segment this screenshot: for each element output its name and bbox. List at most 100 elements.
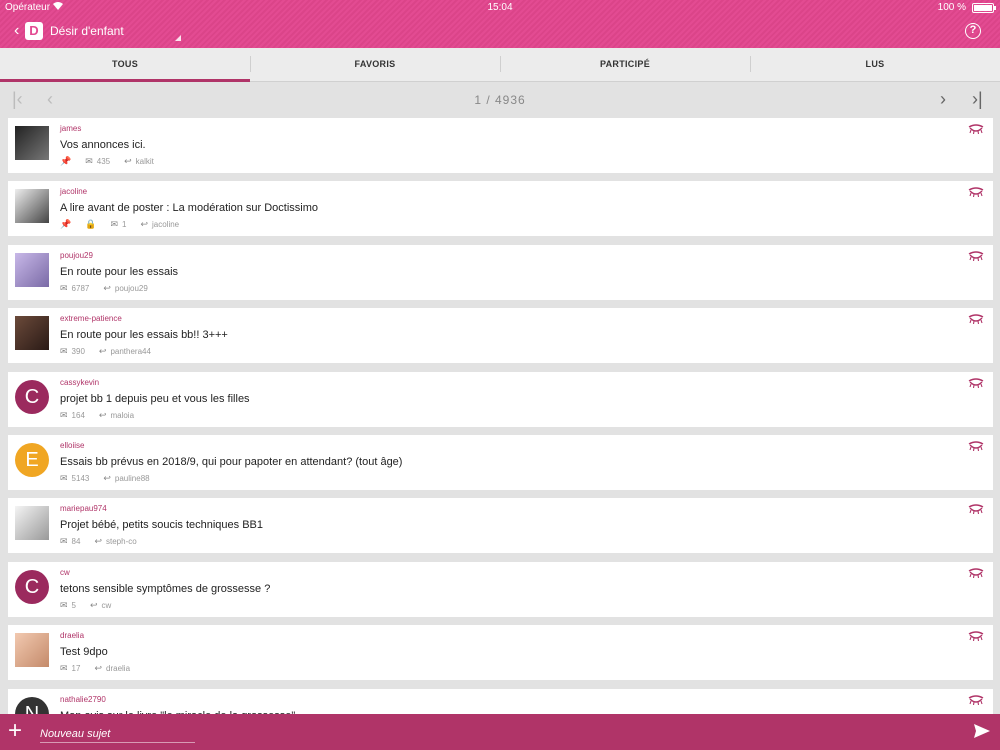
new-topic-input[interactable] <box>40 725 195 743</box>
topic-subject[interactable]: En route pour les essais <box>60 266 178 278</box>
envelope-icon: ✉ <box>60 536 68 546</box>
tab-participe[interactable]: PARTICIPÉ <box>500 48 750 81</box>
page-indicator: 1 / 4936 <box>474 93 526 107</box>
topic-author[interactable]: cw <box>60 568 70 577</box>
topic-row[interactable]: jacoline A lire avant de poster : La modé… <box>8 181 993 236</box>
topic-subject[interactable]: Essais bb prévus en 2018/9, qui pour pap… <box>60 456 402 468</box>
reply-arrow-icon: ↩ <box>140 219 148 229</box>
unread-eyelash-icon <box>968 568 984 578</box>
reply-arrow-icon: ↩ <box>124 156 132 166</box>
last-page-icon[interactable]: ›| <box>972 89 983 109</box>
unread-eyelash-icon <box>968 251 984 261</box>
avatar[interactable] <box>15 316 49 350</box>
send-icon[interactable] <box>974 724 990 743</box>
topic-meta: ✉ 17 ↩ draelia <box>60 663 130 674</box>
envelope-icon: ✉ <box>110 219 118 229</box>
pin-icon: 📌 <box>60 156 72 166</box>
topic-author[interactable]: nathalie2790 <box>60 695 106 704</box>
reply-arrow-icon: ↩ <box>98 346 107 356</box>
last-poster: poujou29 <box>114 284 148 293</box>
back-button[interactable]: ‹ <box>14 23 19 39</box>
clock: 15:04 <box>487 2 513 13</box>
top-bar: Opérateur 15:04 100 % ‹ D Désir d'enfant… <box>0 0 1000 48</box>
topic-author[interactable]: elloiise <box>60 441 84 450</box>
unread-eyelash-icon <box>968 695 984 705</box>
avatar[interactable]: C <box>15 570 49 604</box>
forum-title[interactable]: Désir d'enfant <box>50 24 124 38</box>
last-poster: cw <box>101 601 112 610</box>
tab-tous[interactable]: TOUS <box>0 48 250 82</box>
topic-meta: ✉ 390 ↩ panthera44 <box>60 346 151 357</box>
last-poster: draelia <box>106 664 131 673</box>
envelope-icon: ✉ <box>60 663 68 673</box>
topic-subject[interactable]: tetons sensible symptômes de grossesse ? <box>60 583 270 595</box>
reply-arrow-icon: ↩ <box>103 473 111 483</box>
topic-row[interactable]: mariepau974 Projet bébé, petits soucis te… <box>8 498 993 553</box>
topic-author[interactable]: cassykevin <box>60 378 99 387</box>
topic-subject[interactable]: projet bb 1 depuis peu et vous les fille… <box>60 393 250 405</box>
topic-author[interactable]: poujou29 <box>60 251 93 260</box>
topic-author[interactable]: james <box>60 124 81 133</box>
avatar[interactable] <box>15 253 49 287</box>
topic-meta: ✉ 6787 ↩ poujou29 <box>60 283 148 294</box>
unread-eyelash-icon <box>968 187 984 197</box>
topic-row[interactable]: extreme-patience En route pour les essais… <box>8 308 993 363</box>
reply-count: 390 <box>71 347 85 356</box>
topic-subject[interactable]: Test 9dpo <box>60 646 108 658</box>
reply-arrow-icon: ↩ <box>90 600 98 610</box>
topic-row[interactable]: Eelloiise Essais bb prévus en 2018/9, qui… <box>8 435 993 490</box>
topic-meta: ✉ 84 ↩ steph-co <box>60 536 137 547</box>
topic-subject[interactable]: Projet bébé, petits soucis techniques BB… <box>60 519 263 531</box>
envelope-icon: ✉ <box>60 600 68 610</box>
last-poster: kalkit <box>135 157 154 166</box>
unread-eyelash-icon <box>968 314 984 324</box>
avatar[interactable] <box>15 126 49 160</box>
topic-meta: 📌 🔒 ✉ 1 ↩ jacoline <box>60 219 179 230</box>
forum-selector-corner-icon[interactable] <box>175 35 181 41</box>
lock-icon: 🔒 <box>85 219 97 229</box>
last-poster: maloia <box>110 411 135 420</box>
topic-author[interactable]: extreme-patience <box>60 314 122 323</box>
bottom-bar: + <box>0 714 1000 750</box>
help-button[interactable]: ? <box>965 23 981 39</box>
topic-row[interactable]: Ccassykevin projet bb 1 depuis peu et vou… <box>8 372 993 427</box>
avatar[interactable] <box>15 633 49 667</box>
avatar[interactable]: N <box>15 697 49 714</box>
tab-favoris[interactable]: FAVORIS <box>250 48 500 81</box>
battery-icon <box>972 3 996 13</box>
topic-author[interactable]: draelia <box>60 631 84 640</box>
pagination-bar: |‹ ‹ 1 / 4936 › ›| <box>0 83 1000 116</box>
app-logo-icon[interactable]: D <box>25 22 43 40</box>
tab-lus[interactable]: LUS <box>750 48 1000 81</box>
envelope-icon: ✉ <box>85 156 93 166</box>
unread-eyelash-icon <box>968 124 984 134</box>
reply-count: 1 <box>121 220 127 229</box>
topic-row[interactable]: Ccw tetons sensible symptômes de grossess… <box>8 562 993 617</box>
reply-count: 5143 <box>71 474 90 483</box>
reply-count: 5 <box>71 601 76 610</box>
avatar[interactable] <box>15 189 49 223</box>
avatar[interactable] <box>15 506 49 540</box>
reply-count: 164 <box>71 411 85 420</box>
avatar[interactable]: E <box>15 443 49 477</box>
topic-row[interactable]: poujou29 En route pour les essais ✉ 6787 ↩ po… <box>8 245 993 300</box>
avatar[interactable]: C <box>15 380 49 414</box>
topic-subject[interactable]: Vos annonces ici. <box>60 139 146 151</box>
topic-subject[interactable]: En route pour les essais bb!! 3+++ <box>60 329 228 341</box>
topic-subject[interactable]: A lire avant de poster : La modération s… <box>60 202 318 214</box>
topic-meta: 📌 ✉ 435 ↩ kalkit <box>60 156 154 167</box>
unread-eyelash-icon <box>968 378 984 388</box>
topic-author[interactable]: mariepau974 <box>60 504 107 513</box>
reply-arrow-icon: ↩ <box>94 663 102 673</box>
topic-row[interactable]: james Vos annonces ici. 📌 ✉ 435 ↩ kalkit <box>8 118 993 173</box>
reply-arrow-icon: ↩ <box>98 410 107 420</box>
envelope-icon: ✉ <box>60 410 68 420</box>
topic-author[interactable]: jacoline <box>60 187 87 196</box>
last-poster: pauline88 <box>114 474 150 483</box>
next-page-icon[interactable]: › <box>940 89 946 109</box>
filter-tabs: TOUS FAVORIS PARTICIPÉ LUS <box>0 48 1000 82</box>
add-icon[interactable]: + <box>8 718 22 744</box>
unread-eyelash-icon <box>968 631 984 641</box>
topic-row[interactable]: draelia Test 9dpo ✉ 17 ↩ draelia <box>8 625 993 680</box>
topic-row[interactable]: Nnathalie2790Mon avis sur le livre "le m… <box>8 689 993 714</box>
